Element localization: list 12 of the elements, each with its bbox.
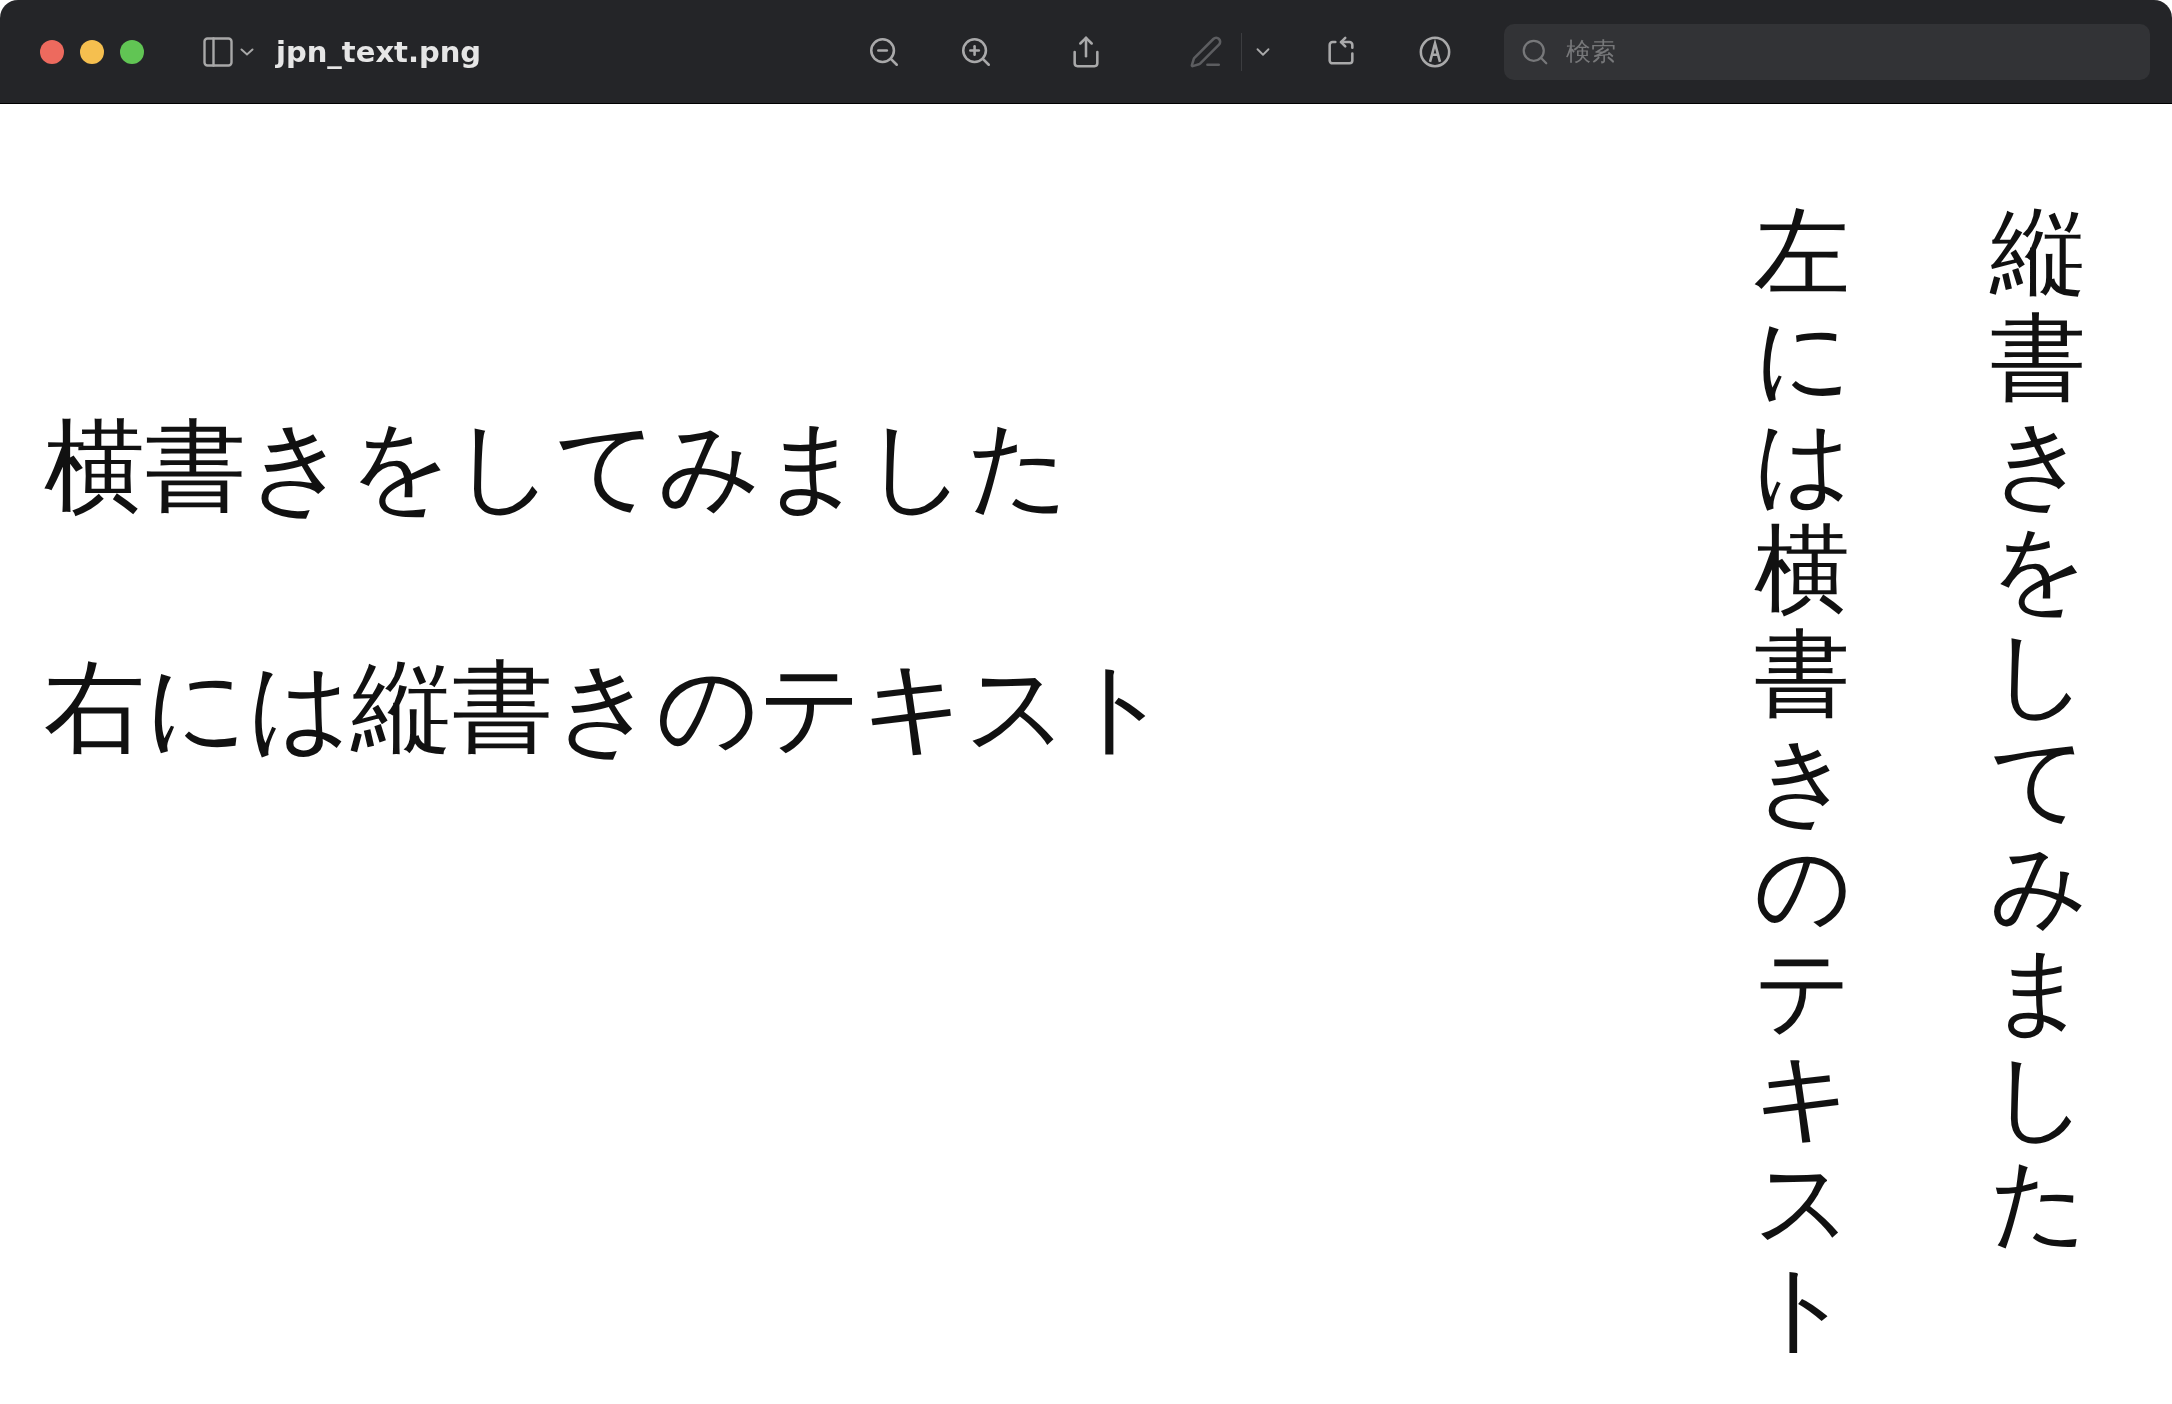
horizontal-text-line: 横書きをしてみました xyxy=(44,416,1071,517)
markup-pen-icon[interactable] xyxy=(1418,34,1452,69)
vertical-text-column: 左には横書きのテキスト xyxy=(1754,200,1850,1404)
chevron-down-icon xyxy=(240,47,254,56)
horizontal-text-line: 右には縦書きのテキスト xyxy=(44,657,1171,758)
minimize-button[interactable] xyxy=(80,39,104,64)
search-bar[interactable]: 検索 xyxy=(1504,23,2150,80)
vertical-text-column: 縦書きをしてみました xyxy=(1990,200,2086,1404)
window-title: jpn_text.png xyxy=(276,34,482,69)
search-field[interactable]: 検索 xyxy=(1564,36,2134,67)
zoom-button[interactable] xyxy=(120,39,144,64)
close-button[interactable] xyxy=(40,39,64,64)
